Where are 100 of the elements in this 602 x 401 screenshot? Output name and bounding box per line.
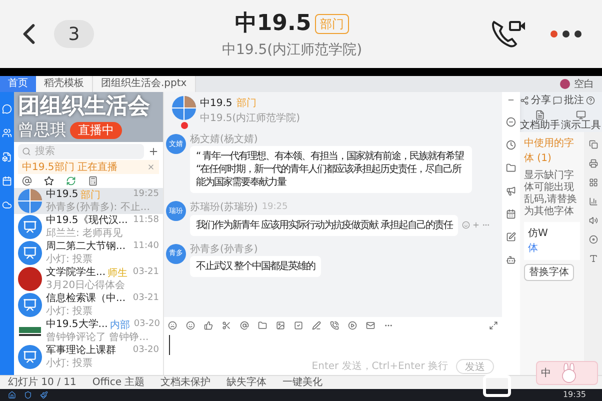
message-bubble: 不止武汉 整个中国都是英雄的 — [190, 256, 322, 276]
ribbon-tool[interactable]: 文档助手 — [520, 120, 560, 132]
status-item[interactable]: 幻灯片 10 / 11 — [8, 376, 76, 388]
sticker-icon[interactable] — [168, 320, 177, 330]
sender-name: 苏瑞玢(苏瑞玢) — [190, 202, 258, 214]
close-icon[interactable] — [147, 163, 155, 171]
files-icon[interactable] — [2, 152, 12, 162]
chart-icon[interactable] — [588, 197, 598, 206]
emoji-icon[interactable] — [462, 221, 470, 229]
folder-icon[interactable] — [506, 163, 516, 173]
font-card[interactable]: 仿W 体 — [524, 222, 580, 260]
send-hint: Enter 发送，Ctrl+Enter 换行 — [312, 360, 448, 374]
logo-drawing — [18, 325, 42, 337]
monitor-icon[interactable] — [576, 110, 586, 120]
clock: 19:35 — [562, 390, 587, 400]
font-name: 仿W — [528, 227, 549, 241]
speaker-icon[interactable] — [588, 216, 598, 225]
scissors-icon[interactable] — [222, 320, 231, 330]
emoji-icon[interactable] — [186, 320, 195, 330]
minus-circle-icon[interactable] — [506, 117, 516, 127]
panel-title: 中使用的字体 (1) — [524, 136, 575, 166]
department-tag: 部门 — [236, 96, 256, 111]
conversation-item[interactable]: 中19.5 部门 19:25 孙青多(孙青多): 不止... — [14, 188, 163, 214]
phone-icon[interactable] — [330, 320, 339, 330]
status-item[interactable]: 文档未保护 — [160, 376, 211, 388]
search-icon — [22, 146, 31, 156]
document-icon[interactable] — [535, 110, 545, 120]
mail-icon[interactable] — [366, 320, 375, 330]
history-icon[interactable] — [506, 140, 516, 150]
ime-widget[interactable]: 中 — [536, 361, 598, 385]
brush-icon[interactable] — [40, 391, 48, 399]
group-name: 中19.5 — [200, 96, 232, 111]
status-item[interactable]: 一键美化 — [282, 376, 323, 388]
more-icon[interactable] — [550, 30, 582, 38]
record-icon[interactable] — [588, 235, 598, 244]
calculator-icon[interactable] — [88, 176, 98, 186]
document-tab[interactable]: 稻壳模板 — [36, 76, 93, 92]
replace-font-button[interactable]: 替换字体 — [524, 264, 574, 281]
start-icon[interactable] — [8, 391, 16, 399]
edit-icon[interactable] — [506, 232, 516, 242]
calendar-icon[interactable] — [506, 209, 516, 219]
chat-title: 中19.5 — [234, 10, 312, 38]
image-icon[interactable] — [276, 320, 285, 330]
play-icon[interactable] — [348, 320, 357, 330]
status-item[interactable]: 缺失字体 — [226, 376, 267, 388]
conversation-time: 11:40 — [133, 240, 159, 254]
chat-subtitle: 中19.5(内江师范学院) — [222, 41, 362, 60]
ribbon-item[interactable]: 分享 — [531, 92, 551, 108]
conversation-preview: 小灯: 投票 — [46, 306, 94, 318]
conversation-name: 军事理论上课群 — [46, 345, 116, 357]
panel-description: 显示缺门字体可能出现乱码,请替换为其他字体 — [524, 170, 578, 218]
conversation-tag: 部门 — [80, 190, 100, 200]
text-icon[interactable] — [588, 254, 598, 263]
share-icon[interactable] — [520, 96, 529, 104]
account-avatar[interactable] — [560, 79, 570, 89]
status-item[interactable]: Office 主题 — [92, 376, 145, 388]
sender-name: 杨文婧(杨文婧) — [190, 134, 258, 146]
pen-icon[interactable] — [312, 320, 321, 330]
conversation-tag: 师生 — [108, 268, 128, 278]
message-bubble: “ 青年一代有理想、有本领、有担当，国家就有前途，民族就有希望 “在任何时期，新一代的青年人们都应该承担起历史责任，尽自己所能为国家需要奉献力量 — [190, 146, 472, 193]
chat-icon[interactable] — [2, 104, 12, 114]
comment-icon[interactable] — [553, 96, 562, 104]
conversation-name: 周二第二大节钢... — [46, 241, 126, 253]
checkbox-icon[interactable] — [294, 320, 303, 330]
group-subtitle: 中19.5(内江师范学院) — [200, 112, 300, 126]
thumbs-up-icon[interactable] — [204, 320, 213, 330]
cloud-icon[interactable] — [2, 200, 12, 210]
folder-icon[interactable] — [258, 320, 267, 330]
conversation-time: 19:25 — [133, 188, 159, 202]
expand-icon[interactable] — [489, 320, 498, 330]
conversation-time: 03-21 — [132, 292, 159, 306]
conversation-preview: 小灯: 投票 — [46, 358, 94, 370]
document-tab[interactable]: 首页 — [0, 76, 36, 92]
ribbon-item[interactable]: 批注 — [564, 92, 584, 108]
message-bubble: 我们作为新青年 应该用实际行动为抗疫做贡献 承担起自己的责任 — [190, 214, 458, 236]
conversation-name: 中19.5《现代汉... — [46, 215, 128, 227]
account-name[interactable]: 空白 — [574, 76, 594, 92]
star-icon[interactable] — [44, 176, 54, 186]
unread-count[interactable]: 3 — [54, 20, 94, 48]
ribbon-tool[interactable]: 演示工具 — [561, 120, 601, 132]
robot-icon[interactable] — [506, 255, 516, 265]
conversation-preview: 邱兰兰: 老师再见 — [46, 228, 124, 240]
conversation-name: 中19.5大学... — [46, 319, 108, 331]
projector-icon — [23, 298, 37, 312]
copy-icon[interactable] — [588, 140, 598, 149]
video-call-icon[interactable] — [490, 18, 526, 50]
contacts-icon[interactable] — [2, 128, 12, 138]
add-icon[interactable] — [148, 146, 159, 156]
group-avatar — [172, 96, 196, 120]
grid-icon[interactable] — [588, 178, 598, 187]
screen-frame-icon[interactable] — [483, 375, 511, 397]
ime-mode[interactable]: 中 — [541, 366, 551, 380]
document-tab[interactable]: 团组织生活会.pptx — [93, 76, 196, 92]
at-icon[interactable] — [240, 320, 249, 330]
shield-icon[interactable] — [24, 391, 32, 399]
refresh-icon[interactable] — [66, 176, 76, 186]
help-icon[interactable] — [586, 96, 595, 104]
at-icon[interactable] — [22, 176, 32, 186]
printer-icon[interactable] — [588, 159, 598, 168]
megaphone-icon[interactable] — [506, 186, 516, 196]
